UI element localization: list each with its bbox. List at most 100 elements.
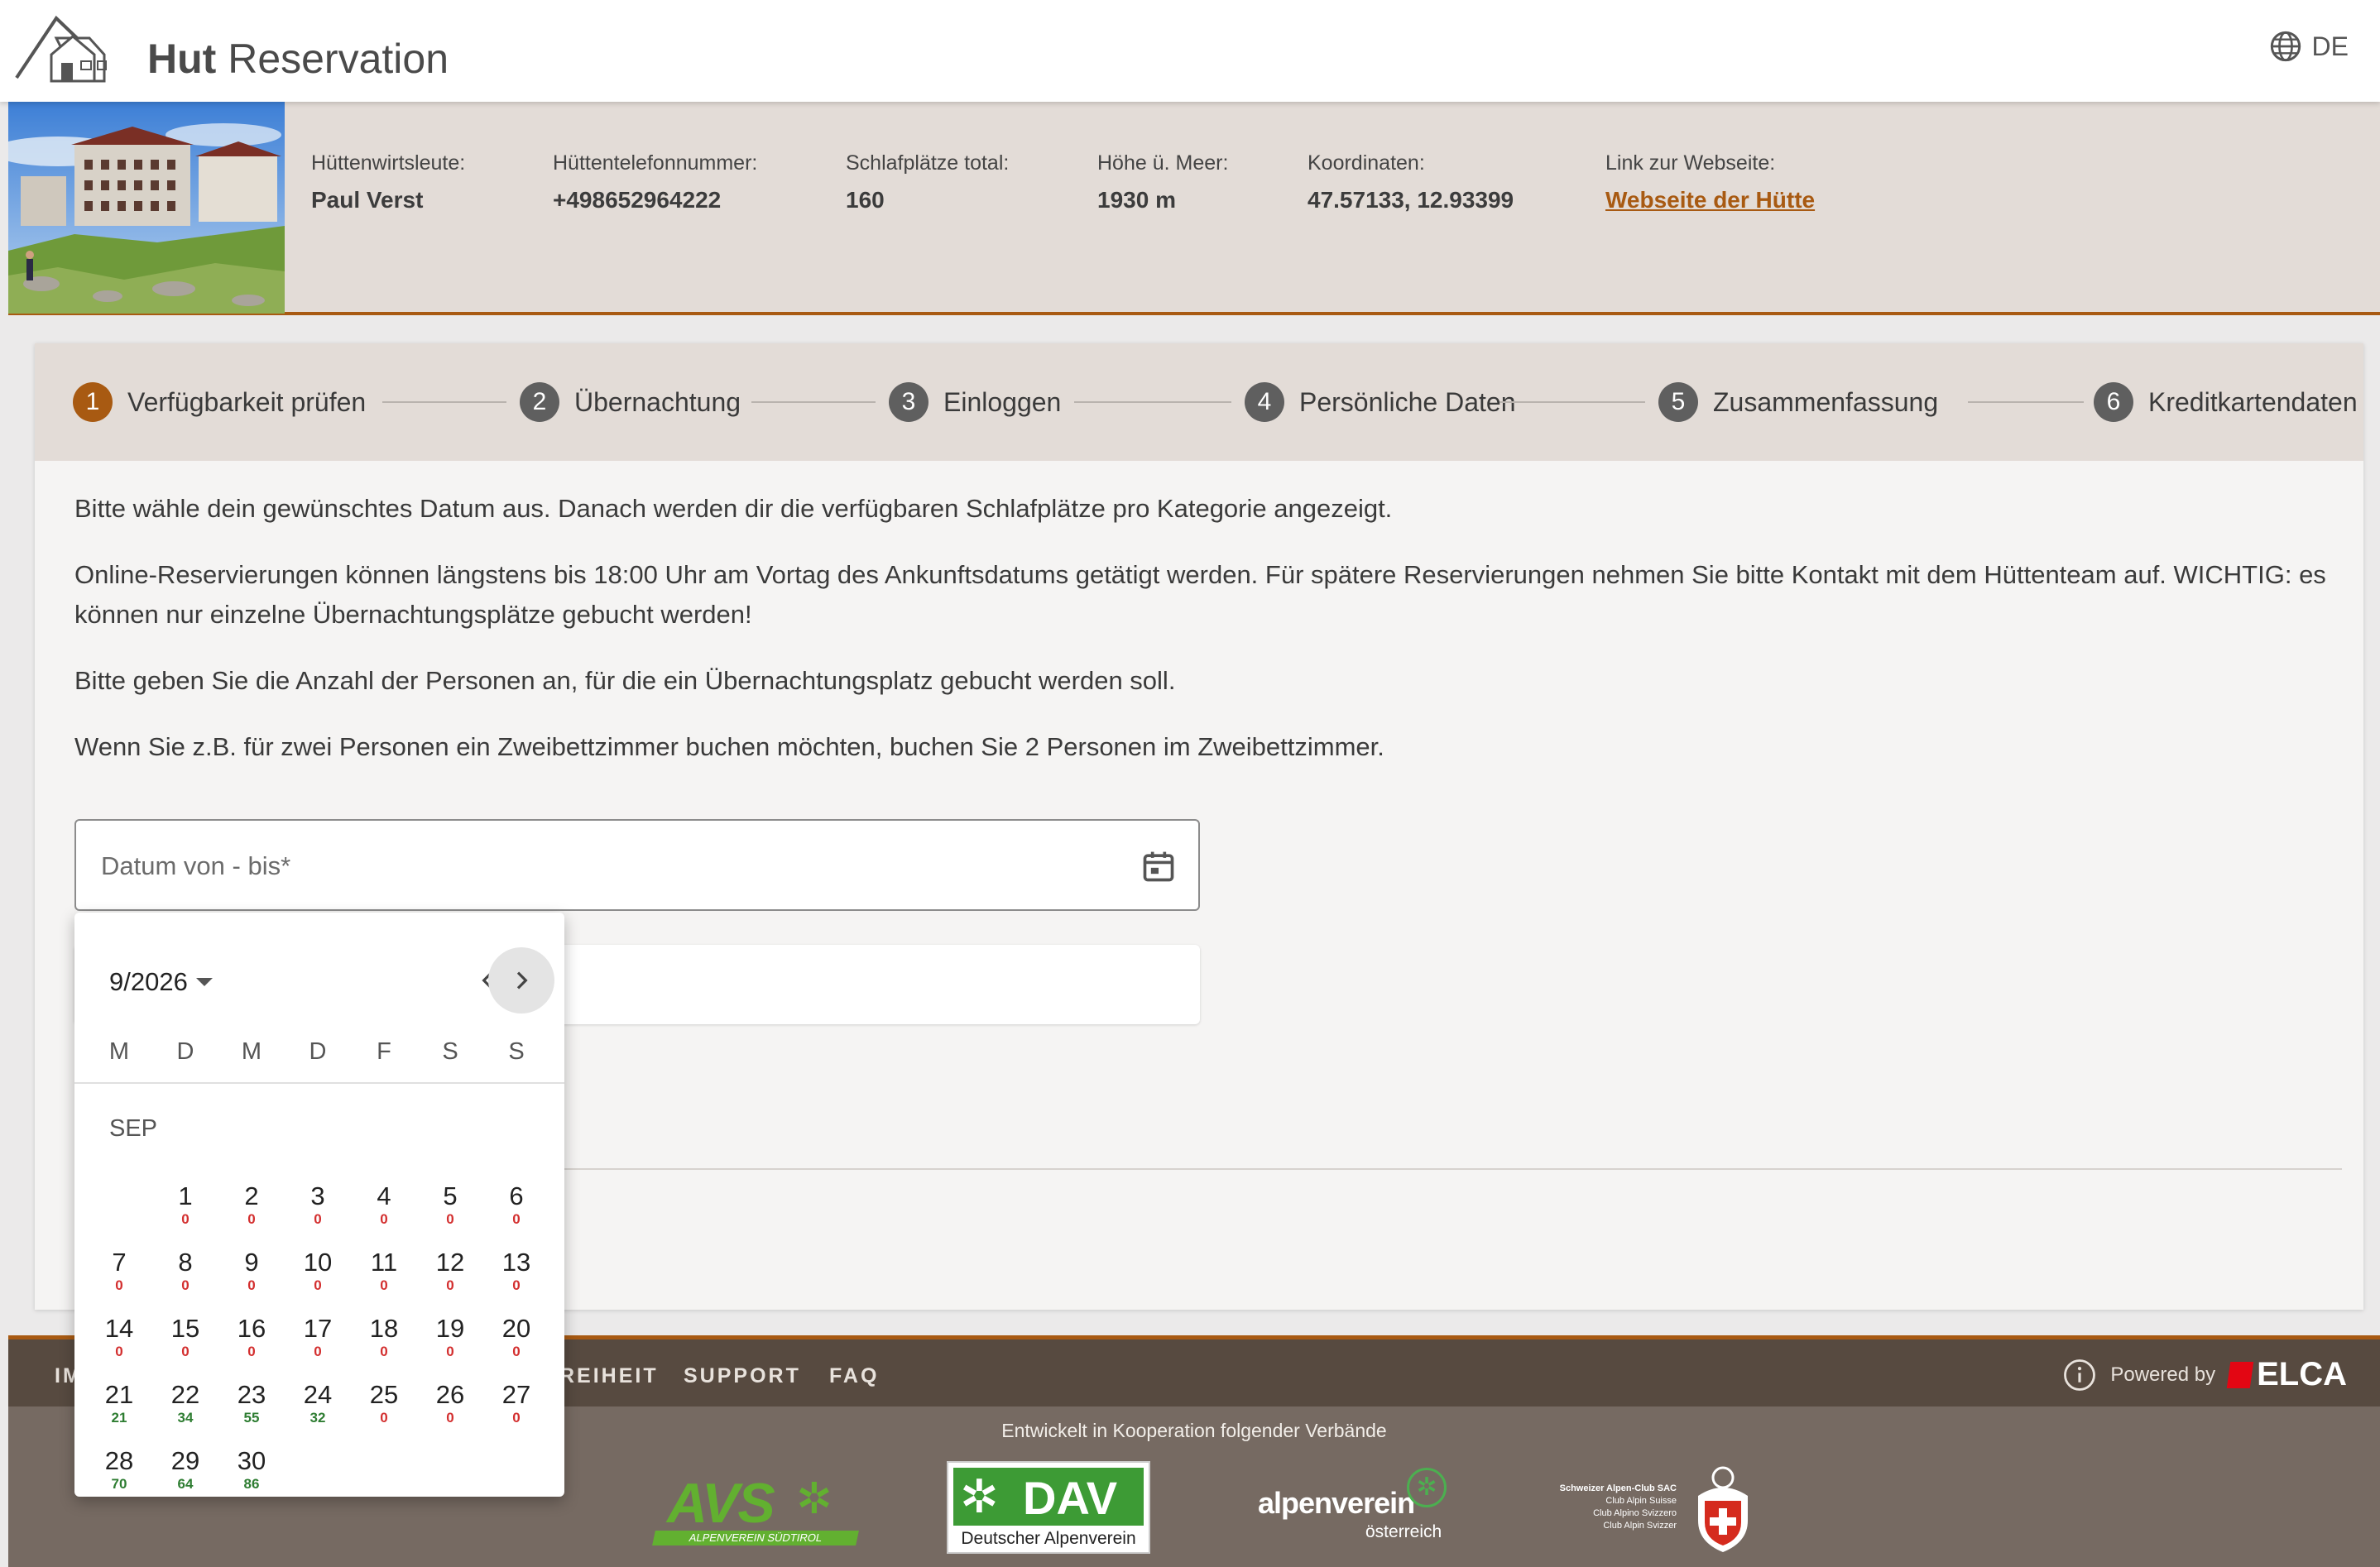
step-login[interactable]: 3 Einloggen — [889, 382, 1061, 422]
calendar-day[interactable]: 11 0 — [351, 1241, 417, 1304]
calendar-day[interactable]: 10 — [152, 1175, 218, 1238]
calendar-day[interactable]: 27 0 — [483, 1373, 549, 1436]
available-beds-count: 0 — [181, 1277, 190, 1293]
avs-logo[interactable]: AVS ✲ ALPENVEREIN SÜDTIROL — [652, 1466, 869, 1545]
calendar-day[interactable]: 29 64 — [152, 1440, 218, 1502]
calendar-day[interactable]: 14 0 — [86, 1307, 152, 1370]
available-beds-count: 0 — [314, 1211, 322, 1227]
step-connector — [1074, 401, 1231, 403]
day-number: 9 — [244, 1248, 259, 1277]
dav-logo[interactable]: ✲ DAV Deutscher Alpenverein — [947, 1461, 1150, 1554]
step-number: 4 — [1245, 382, 1284, 422]
step-personal-data[interactable]: 4 Persönliche Daten — [1245, 382, 1515, 422]
calendar-day[interactable]: 16 0 — [218, 1307, 285, 1370]
day-number: 30 — [237, 1446, 266, 1475]
hut-website-link[interactable]: Webseite der Hütte — [1605, 187, 1815, 213]
calendar-day[interactable]: 12 0 — [417, 1241, 483, 1304]
next-month-button[interactable] — [488, 947, 554, 1014]
calendar-day[interactable]: 30 86 — [218, 1440, 285, 1502]
period-label: 9/2026 — [109, 967, 188, 996]
available-beds-count: 0 — [115, 1277, 123, 1293]
available-beds-count: 0 — [446, 1277, 454, 1293]
top-bar: Hut Reservation DE — [0, 0, 2380, 102]
calendar-day[interactable]: 20 — [218, 1175, 285, 1238]
date-range-field[interactable]: Datum von - bis* — [74, 819, 1200, 911]
available-beds-count: 0 — [380, 1410, 388, 1426]
calendar-day[interactable]: 60 — [483, 1175, 549, 1238]
available-beds-count: 0 — [380, 1277, 388, 1293]
day-number: 14 — [104, 1314, 134, 1343]
hut-host-info: Hüttenwirtsleute: Paul Verst — [311, 151, 465, 213]
day-number: 1 — [178, 1181, 193, 1210]
calendar-day[interactable]: 50 — [417, 1175, 483, 1238]
elca-logo[interactable]: ELCA — [2226, 1356, 2347, 1393]
footer-link-faq[interactable]: FAQ — [829, 1364, 879, 1388]
day-number: 17 — [303, 1314, 333, 1343]
calendar-day[interactable]: 22 34 — [152, 1373, 218, 1436]
language-switcher[interactable]: DE — [2269, 30, 2349, 63]
step-availability[interactable]: 1 Verfügbarkeit prüfen — [73, 382, 366, 422]
step-number: 2 — [520, 382, 559, 422]
available-beds-count: 0 — [115, 1344, 123, 1359]
calendar-day[interactable]: 18 0 — [351, 1307, 417, 1370]
edelweiss-icon: ✲ — [1407, 1468, 1447, 1507]
calendar-day[interactable]: 40 — [351, 1175, 417, 1238]
calendar-day[interactable]: 90 — [218, 1241, 285, 1304]
step-connector — [1499, 401, 1645, 403]
hut-reservation-logo[interactable]: Hut Reservation — [15, 13, 449, 88]
day-number: 21 — [104, 1380, 134, 1409]
period-selector[interactable]: 9/2026 — [109, 967, 213, 997]
day-number: 25 — [369, 1380, 399, 1409]
step-label: Übernachtung — [574, 386, 741, 417]
footer-link-support[interactable]: SUPPORT — [684, 1364, 801, 1388]
hut-beds-info: Schlafplätze total: 160 — [846, 151, 1009, 213]
available-beds-count: 0 — [314, 1277, 322, 1293]
info-label: Koordinaten: — [1308, 151, 1425, 175]
step-summary[interactable]: 5 Zusammenfassung — [1658, 382, 1938, 422]
sac-logo[interactable]: Schweizer Alpen-Club SAC Club Alpin Suis… — [1536, 1463, 1768, 1555]
day-number: 28 — [104, 1446, 134, 1475]
edelweiss-icon: ✲ — [960, 1470, 999, 1522]
step-credit-card[interactable]: 6 Kreditkartendaten — [2094, 382, 2358, 422]
footer-link-privacy[interactable]: REIHEIT — [559, 1364, 659, 1388]
calendar-day[interactable]: 19 0 — [417, 1307, 483, 1370]
step-number: 5 — [1658, 382, 1698, 422]
calendar-day[interactable]: 24 32 — [285, 1373, 351, 1436]
calendar-icon[interactable] — [1140, 848, 1177, 884]
info-label: Hüttenwirtsleute: — [311, 151, 466, 175]
available-beds-count: 0 — [181, 1344, 190, 1359]
available-beds-count: 0 — [247, 1344, 256, 1359]
step-label: Einloggen — [943, 386, 1062, 417]
calendar-day[interactable]: 20 0 — [483, 1307, 549, 1370]
available-beds-count: 21 — [111, 1410, 127, 1426]
instruction-date: Bitte wähle dein gewünschtes Datum aus. … — [74, 494, 1393, 523]
calendar-day[interactable]: 25 0 — [351, 1373, 417, 1436]
calendar-day[interactable]: 28 70 — [86, 1440, 152, 1502]
calendar-day[interactable]: 10 0 — [285, 1241, 351, 1304]
info-label: Hüttentelefonnummer: — [553, 151, 758, 175]
datepicker-popup: 9/2026 MDMDFSS SEP 1 0 2 0 3 0 4 0 5 0 6 0 7 0 8 0 9 0 10 0… — [74, 913, 564, 1497]
calendar-day[interactable]: 15 0 — [152, 1307, 218, 1370]
info-value: 160 — [846, 187, 885, 213]
calendar-day[interactable]: 13 0 — [483, 1241, 549, 1304]
day-number: 2 — [244, 1181, 259, 1210]
day-number: 7 — [112, 1248, 127, 1277]
calendar-day[interactable]: 70 — [86, 1241, 152, 1304]
oeav-logo[interactable]: alpenverein ✲ österreich — [1250, 1466, 1465, 1549]
calendar-day[interactable]: 26 0 — [417, 1373, 483, 1436]
step-connector — [751, 401, 876, 403]
calendar-day[interactable]: 17 0 — [285, 1307, 351, 1370]
date-range-placeholder: Datum von - bis* — [101, 851, 291, 880]
info-icon[interactable] — [2062, 1358, 2097, 1392]
calendar-day[interactable]: 30 — [285, 1175, 351, 1238]
info-value: Paul Verst — [311, 187, 424, 213]
powered-by[interactable]: Powered by ELCA — [2062, 1356, 2347, 1393]
calendar-day[interactable]: 80 — [152, 1241, 218, 1304]
day-number: 5 — [443, 1181, 458, 1210]
hut-altitude-info: Höhe ü. Meer: 1930 m — [1097, 151, 1228, 213]
step-overnight[interactable]: 2 Übernachtung — [520, 382, 741, 422]
calendar-day[interactable]: 21 21 — [86, 1373, 152, 1436]
available-beds-count: 86 — [243, 1476, 260, 1492]
available-beds-count: 34 — [177, 1410, 194, 1426]
calendar-day[interactable]: 23 55 — [218, 1373, 285, 1436]
